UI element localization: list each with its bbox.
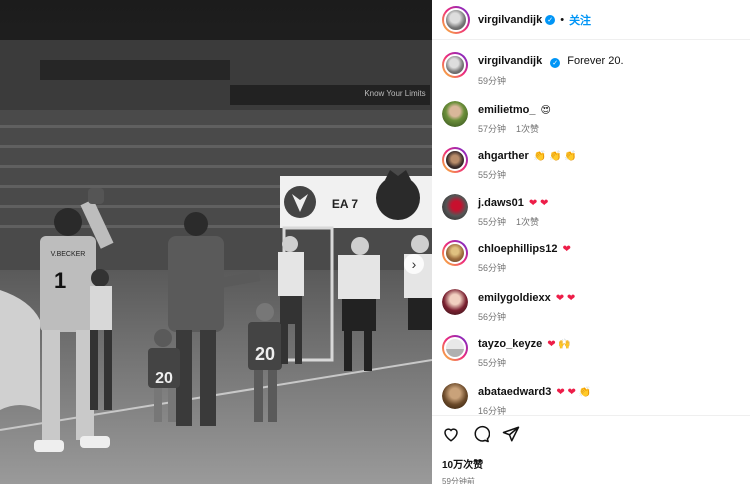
caption-text: Forever 20. — [567, 55, 624, 67]
comment-time: 55分钟 — [478, 170, 507, 180]
caption-time: 59分钟 — [478, 76, 507, 86]
commenter-avatar[interactable] — [442, 194, 468, 220]
kid-number-a: 20 — [155, 370, 173, 387]
comment-time: 55分钟 — [478, 217, 507, 227]
comment-text: ❤ ❤ — [528, 198, 549, 209]
banner-text: Know Your Limits — [364, 89, 425, 98]
comment-time: 57分钟 — [478, 124, 507, 134]
comment-text: 👏 👏 👏 — [533, 151, 577, 162]
share-icon[interactable] — [502, 425, 520, 448]
caption-row: virgilvandijk ✓ Forever 20. 59分钟 — [442, 52, 624, 87]
comment-text: ❤ ❤ 👏 — [556, 387, 592, 398]
jersey-name: V.BECKER — [51, 251, 86, 258]
comment-time: 56分钟 — [478, 263, 507, 273]
stadium-photo: V.BECKER 1 20 20 EA 7 Know Your Limits — [0, 0, 432, 484]
commenter-avatar[interactable] — [442, 335, 468, 361]
comment-row: emilygoldiexx ❤ ❤ 56分钟 — [442, 289, 575, 323]
separator-dot: • — [560, 13, 565, 26]
comment-row: chloephillips12 ❤ 56分钟 — [442, 240, 571, 274]
comment-row: j.daws01 ❤ ❤ 55分钟 1次赞 — [442, 194, 548, 228]
comment-likes[interactable]: 1次赞 — [516, 124, 539, 134]
author-avatar[interactable] — [442, 52, 468, 78]
post-time: 59分钟前 — [442, 477, 475, 484]
comment-username[interactable]: chloephillips12 — [478, 243, 557, 255]
verified-icon: ✓ — [545, 14, 556, 25]
like-count[interactable]: 10万次赞 — [442, 456, 750, 471]
comment-username[interactable]: tayzo_keyze — [478, 338, 542, 350]
comment-time: 16分钟 — [478, 406, 507, 415]
comment-row: ahgarther 👏 👏 👏 55分钟 — [442, 147, 577, 181]
comment-row: emilietmo_ 😍 57分钟 1次赞 — [442, 101, 551, 135]
kid-number-b: 20 — [255, 344, 275, 364]
comment-text: 😍 — [540, 105, 551, 116]
comment-text: ❤ ❤ — [555, 293, 576, 304]
author-username[interactable]: virgilvandijk — [478, 14, 542, 26]
comment-username[interactable]: abataedward3 — [478, 386, 551, 398]
author-avatar[interactable] — [442, 5, 470, 34]
commenter-avatar[interactable] — [442, 101, 468, 127]
comment-row: abataedward3 ❤ ❤ 👏 16分钟 — [442, 383, 591, 415]
heart-icon[interactable] — [442, 425, 460, 448]
comment-username[interactable]: emilygoldiexx — [478, 292, 551, 304]
commenter-avatar[interactable] — [442, 147, 468, 173]
sponsor-text: EA 7 — [332, 197, 359, 211]
comment-row: tayzo_keyze ❤ 🙌 55分钟 — [442, 335, 571, 369]
comment-icon[interactable] — [472, 425, 491, 448]
post-sidebar: virgilvandijk ✓ • 关注 virgilvandijk ✓ Fore… — [432, 0, 750, 484]
commenter-avatar[interactable] — [442, 240, 468, 266]
comment-time: 56分钟 — [478, 312, 507, 322]
post-photo: V.BECKER 1 20 20 EA 7 Know Your Limits › — [0, 0, 432, 484]
post-header: virgilvandijk ✓ • 关注 — [432, 0, 750, 40]
comment-likes[interactable]: 1次赞 — [516, 217, 539, 227]
comments-list: virgilvandijk ✓ Forever 20. 59分钟 emilietm… — [432, 41, 750, 415]
comment-text: ❤ — [562, 244, 571, 255]
comment-text: ❤ 🙌 — [547, 339, 571, 350]
comment-username[interactable]: ahgarther — [478, 150, 529, 162]
next-photo-button[interactable]: › — [404, 254, 424, 274]
verified-icon: ✓ — [550, 58, 561, 68]
jersey-number: 1 — [54, 268, 66, 293]
comment-username[interactable]: j.daws01 — [478, 197, 524, 209]
follow-button[interactable]: 关注 — [569, 12, 591, 28]
comment-time: 55分钟 — [478, 358, 507, 368]
commenter-avatar[interactable] — [442, 383, 468, 409]
post-actions: 10万次赞 59分钟前 — [432, 415, 750, 484]
commenter-avatar[interactable] — [442, 289, 468, 315]
caption-username[interactable]: virgilvandijk — [478, 55, 542, 67]
comment-username[interactable]: emilietmo_ — [478, 104, 535, 116]
